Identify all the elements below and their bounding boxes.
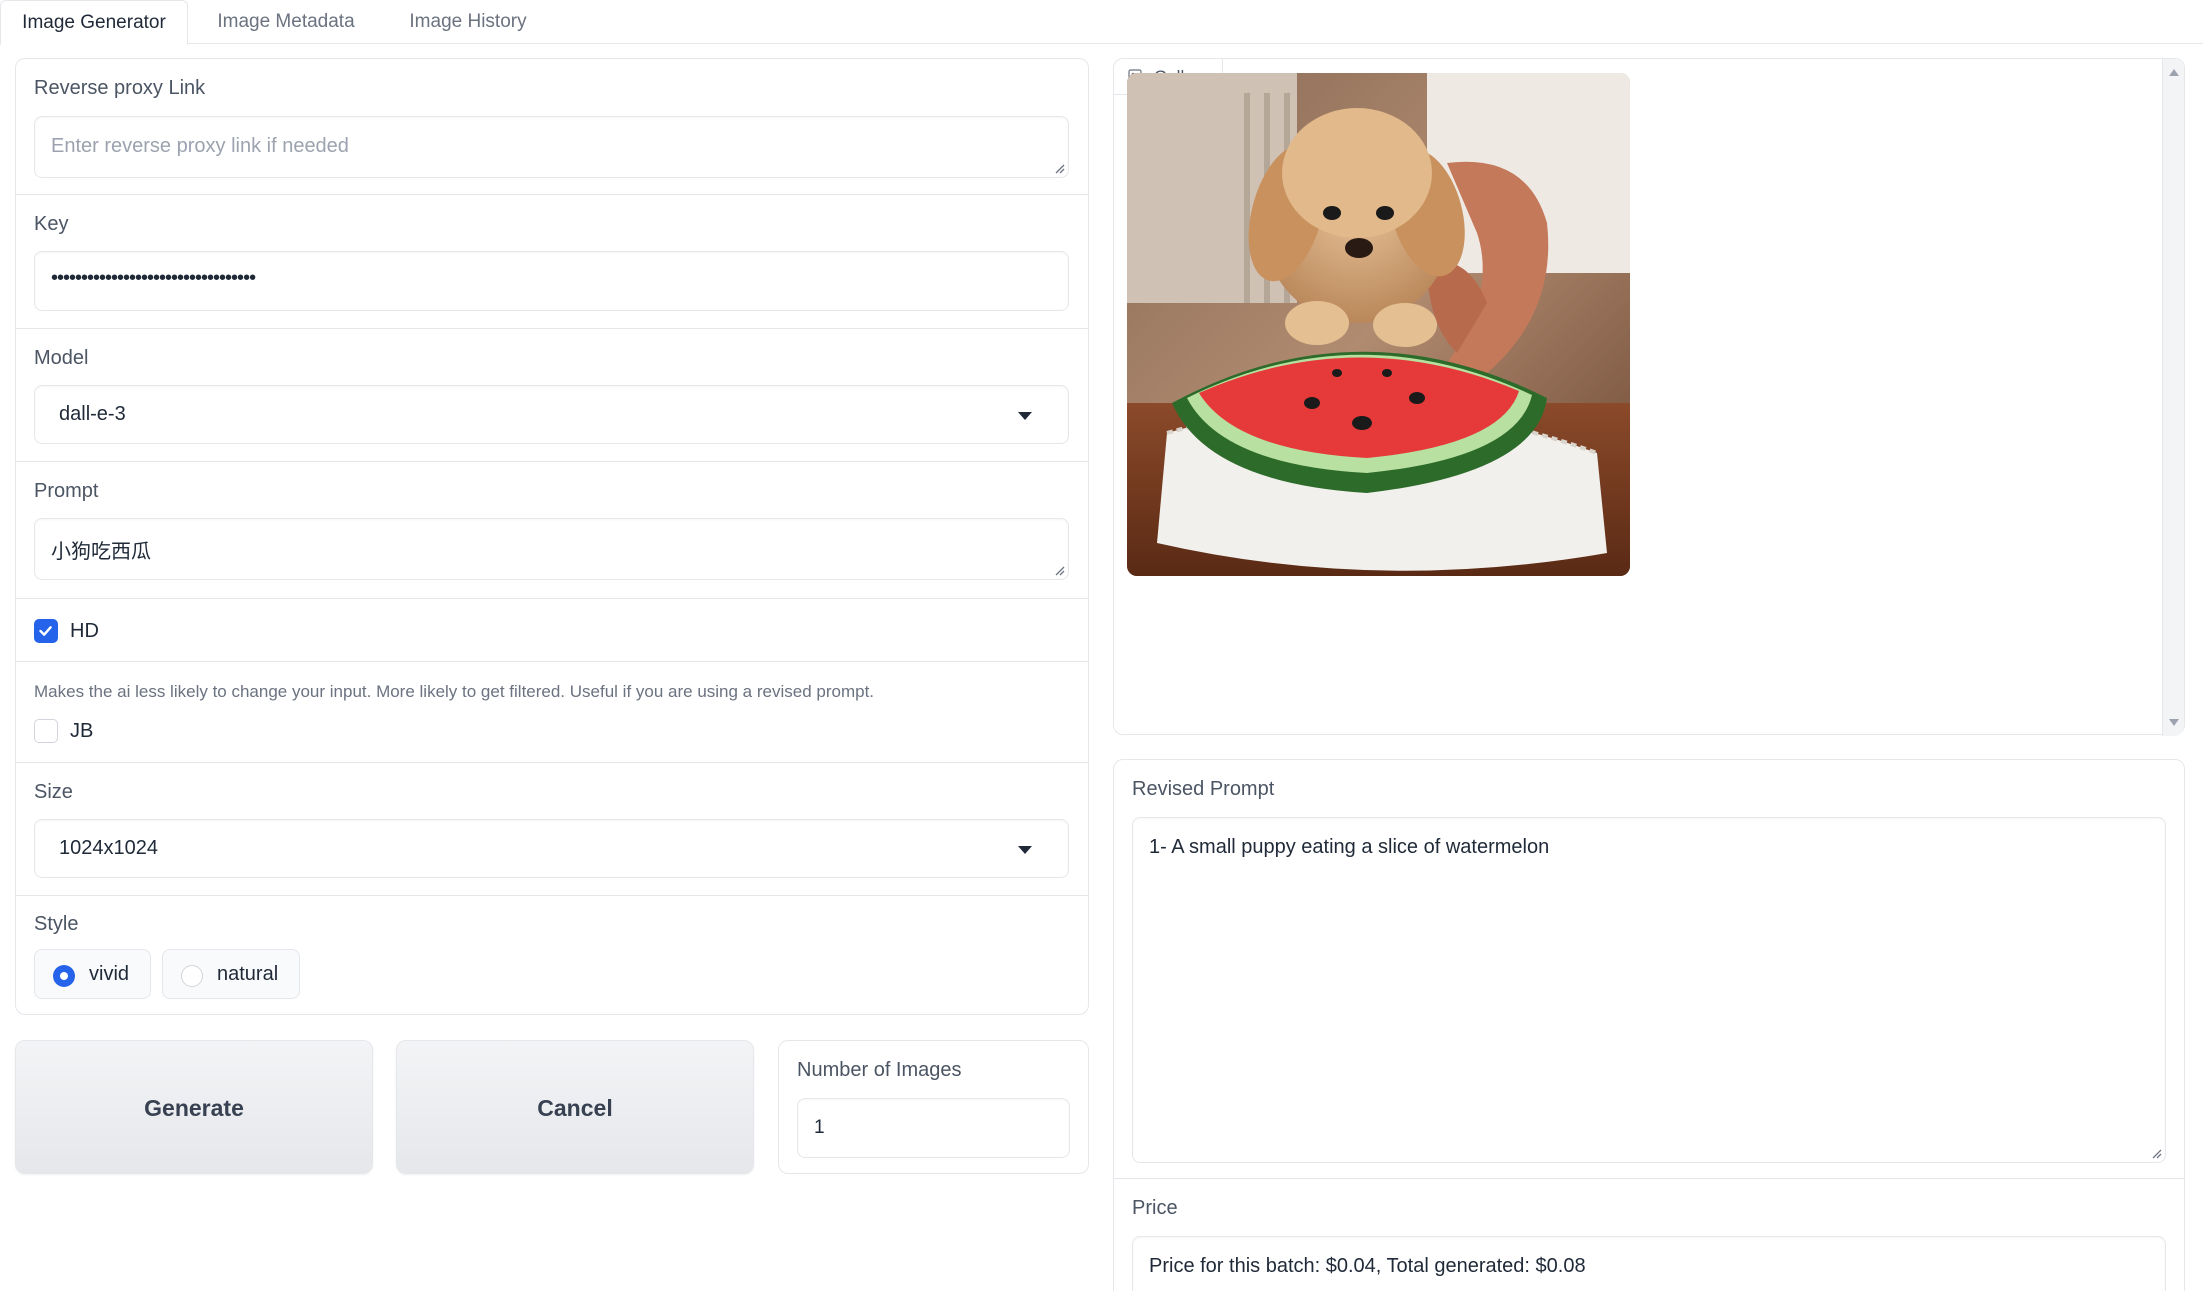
resize-handle-icon[interactable] <box>1053 564 1065 576</box>
number-of-images-panel: Number of Images 1 <box>778 1040 1089 1174</box>
key-value: •••••••••••••••••••••••••••••••••• <box>51 267 256 289</box>
tab-image-history[interactable]: Image History <box>392 0 544 44</box>
jb-row: Makes the ai less likely to change your … <box>16 662 1088 763</box>
proxy-placeholder: Enter reverse proxy link if needed <box>51 135 349 157</box>
tab-image-generator[interactable]: Image Generator <box>0 0 188 45</box>
price-label: Price <box>1132 1197 1178 1219</box>
key-row: Key •••••••••••••••••••••••••••••••••• <box>16 195 1088 329</box>
style-option-vivid[interactable]: vivid <box>34 949 151 999</box>
revised-prompt-textarea[interactable]: 1- A small puppy eating a slice of water… <box>1132 817 2166 1163</box>
radio-selected-icon <box>53 965 75 987</box>
number-of-images-label: Number of Images <box>797 1059 962 1081</box>
scroll-up-icon[interactable] <box>2169 69 2179 76</box>
number-of-images-input[interactable]: 1 <box>797 1098 1070 1158</box>
proxy-label: Reverse proxy Link <box>34 77 206 99</box>
price-textarea[interactable]: Price for this batch: $0.04, Total gener… <box>1132 1236 2166 1291</box>
generate-button[interactable]: Generate <box>15 1040 373 1174</box>
revised-prompt-value: 1- A small puppy eating a slice of water… <box>1149 836 1550 858</box>
jb-info-text: Makes the ai less likely to change your … <box>34 682 875 701</box>
revised-prompt-row: Revised Prompt 1- A small puppy eating a… <box>1114 760 2184 1179</box>
generated-image-thumbnail[interactable] <box>1127 73 1630 576</box>
style-option-label: natural <box>217 963 279 985</box>
price-row: Price Price for this batch: $0.04, Total… <box>1114 1179 2184 1291</box>
hd-row: HD <box>16 599 1088 662</box>
settings-panel: Reverse proxy Link Enter reverse proxy l… <box>15 58 1089 1015</box>
jb-checkbox[interactable] <box>34 719 58 743</box>
checkmark-icon <box>39 626 52 636</box>
puppy-watermelon-image <box>1127 73 1630 576</box>
gallery-panel: Gallery <box>1113 58 2185 736</box>
prompt-row: Prompt 小狗吃西瓜 <box>16 462 1088 599</box>
cancel-button[interactable]: Cancel <box>396 1040 754 1174</box>
style-option-label: vivid <box>89 963 130 985</box>
hd-label: HD <box>70 620 99 642</box>
model-value: dall-e-3 <box>59 403 126 425</box>
size-select[interactable]: 1024x1024 <box>34 819 1069 878</box>
resize-handle-icon[interactable] <box>2150 1147 2162 1159</box>
jb-label: JB <box>70 720 94 742</box>
key-input[interactable]: •••••••••••••••••••••••••••••••••• <box>34 251 1069 311</box>
model-label: Model <box>34 347 89 369</box>
price-value: Price for this batch: $0.04, Total gener… <box>1149 1255 1586 1277</box>
model-row: Model dall-e-3 <box>16 329 1088 462</box>
size-label: Size <box>34 781 73 803</box>
style-label: Style <box>34 913 79 935</box>
key-label: Key <box>34 213 69 235</box>
style-row: Style vivid natural <box>16 896 1088 1014</box>
gallery-scrollbar[interactable] <box>2162 59 2184 736</box>
chevron-down-icon <box>1018 412 1032 420</box>
scroll-down-icon[interactable] <box>2169 719 2179 726</box>
tab-bar: Image Generator Image Metadata Image His… <box>0 0 2203 45</box>
prompt-input[interactable]: 小狗吃西瓜 <box>34 518 1069 580</box>
number-of-images-value: 1 <box>814 1117 825 1138</box>
tab-image-metadata[interactable]: Image Metadata <box>200 0 372 44</box>
hd-checkbox[interactable] <box>34 619 58 643</box>
chevron-down-icon <box>1018 846 1032 854</box>
radio-unselected-icon <box>181 965 203 987</box>
model-select[interactable]: dall-e-3 <box>34 385 1069 444</box>
output-panel: Revised Prompt 1- A small puppy eating a… <box>1113 759 2185 1291</box>
style-option-natural[interactable]: natural <box>162 949 300 999</box>
size-value: 1024x1024 <box>59 837 158 859</box>
revised-prompt-label: Revised Prompt <box>1132 778 1275 800</box>
size-row: Size 1024x1024 <box>16 763 1088 896</box>
prompt-label: Prompt <box>34 480 99 502</box>
prompt-value: 小狗吃西瓜 <box>51 541 151 563</box>
proxy-row: Reverse proxy Link Enter reverse proxy l… <box>16 59 1088 195</box>
proxy-input[interactable]: Enter reverse proxy link if needed <box>34 116 1069 178</box>
resize-handle-icon[interactable] <box>1053 162 1065 174</box>
